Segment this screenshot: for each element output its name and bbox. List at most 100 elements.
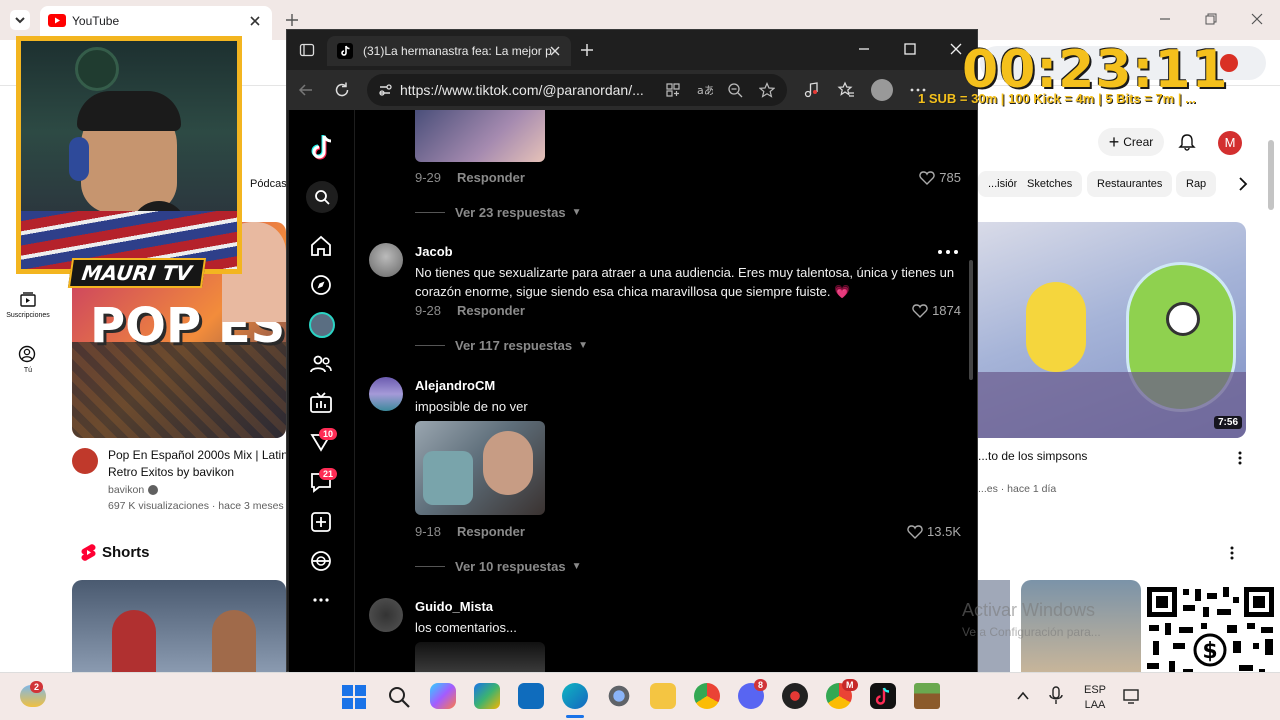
- minecraft-icon[interactable]: [914, 683, 940, 709]
- page-scrollbar[interactable]: [1268, 140, 1274, 210]
- close-window-icon[interactable]: [1250, 12, 1264, 26]
- avatar[interactable]: [369, 598, 403, 632]
- read-aloud-icon[interactable]: aあ: [697, 82, 713, 98]
- home-icon[interactable]: [309, 234, 333, 258]
- comment-image-top[interactable]: [415, 110, 545, 162]
- comments-scrollbar[interactable]: [969, 260, 973, 380]
- windows-start-icon[interactable]: [342, 685, 366, 709]
- channel-avatar[interactable]: [72, 448, 98, 474]
- tiktok-tab[interactable]: (31)La hermanastra fea: La mejor p: [327, 36, 571, 66]
- comment-author[interactable]: Jacob: [415, 244, 453, 259]
- view-replies-button[interactable]: Ver 23 respuestas ▼: [415, 205, 581, 220]
- subscriptions-icon[interactable]: [19, 290, 37, 308]
- network-icon[interactable]: [1122, 687, 1140, 705]
- favorites-icon[interactable]: [837, 81, 855, 99]
- app-available-icon[interactable]: [665, 82, 681, 98]
- divider: [415, 566, 445, 567]
- channel-name[interactable]: bavikon: [108, 484, 159, 496]
- edge-icon[interactable]: [562, 683, 588, 709]
- like-button[interactable]: 785: [919, 170, 961, 185]
- tab-list-button[interactable]: [10, 10, 30, 30]
- copilot-music-icon[interactable]: [803, 81, 821, 99]
- view-replies-button[interactable]: Ver 117 respuestas ▼: [415, 338, 588, 353]
- sidebar-item-suscripciones[interactable]: Suscripciones: [0, 312, 56, 319]
- store-icon[interactable]: [474, 683, 500, 709]
- minimize-icon[interactable]: [1158, 12, 1172, 26]
- chip-sketches[interactable]: Sketches: [1017, 171, 1083, 197]
- comment-text: imposible de no ver: [415, 399, 528, 414]
- live-icon[interactable]: [309, 391, 333, 415]
- sidebar-item-tu[interactable]: Tú: [0, 367, 56, 374]
- new-tab-icon[interactable]: [284, 12, 300, 28]
- video-title-simpsons[interactable]: ...to de los simpsons: [978, 448, 1087, 465]
- chip-rap[interactable]: Rap: [1176, 171, 1217, 197]
- comment-text: los comentarios...: [415, 620, 517, 635]
- search-button[interactable]: [306, 181, 338, 213]
- comment-date: 9-28: [415, 303, 442, 318]
- comment-image[interactable]: [415, 421, 545, 515]
- following-icon[interactable]: [309, 352, 333, 376]
- reply-button[interactable]: Responder: [457, 170, 525, 185]
- coins-icon[interactable]: [309, 549, 333, 573]
- view-replies-button[interactable]: Ver 10 respuestas ▼: [415, 559, 581, 574]
- url-text: https://www.tiktok.com/@paranordan/...: [400, 82, 644, 98]
- profile-avatar[interactable]: [871, 79, 893, 101]
- profile-avatar[interactable]: [309, 312, 335, 338]
- chevron-right-icon[interactable]: [1236, 176, 1250, 192]
- youtube-tab[interactable]: YouTube: [40, 6, 272, 40]
- chrome-dev-icon[interactable]: [606, 683, 632, 709]
- comment-author[interactable]: AlejandroCM: [415, 378, 495, 393]
- like-button[interactable]: 1874: [912, 303, 961, 318]
- avatar[interactable]: M: [1218, 131, 1242, 155]
- avatar[interactable]: [369, 243, 403, 277]
- more-icon[interactable]: [309, 588, 333, 612]
- you-icon[interactable]: [18, 345, 36, 363]
- comment-options-icon[interactable]: [937, 247, 959, 257]
- maximize-icon[interactable]: [903, 42, 917, 56]
- favorite-star-icon[interactable]: [759, 82, 775, 98]
- close-icon[interactable]: [248, 14, 262, 28]
- chip-restaurantes[interactable]: Restaurantes: [1087, 171, 1173, 197]
- reply-button[interactable]: Responder: [457, 303, 525, 318]
- chrome-icon[interactable]: [694, 683, 720, 709]
- explore-icon[interactable]: [309, 273, 333, 297]
- reply-button[interactable]: Responder: [457, 524, 525, 539]
- create-button[interactable]: + Crear: [1098, 128, 1164, 156]
- microphone-icon[interactable]: [1048, 686, 1064, 706]
- search-icon[interactable]: [387, 685, 411, 709]
- comment-image[interactable]: [415, 642, 545, 672]
- close-tab-icon[interactable]: [549, 45, 561, 57]
- short-thumbnail-1[interactable]: [72, 580, 286, 672]
- bell-icon[interactable]: [1178, 133, 1196, 151]
- new-tab-icon[interactable]: [579, 42, 595, 58]
- upload-icon[interactable]: [309, 510, 333, 534]
- shorts-icon: [81, 544, 96, 561]
- back-icon[interactable]: [297, 81, 315, 99]
- tab-actions-icon[interactable]: [299, 42, 315, 58]
- tiktok-icon[interactable]: [870, 683, 896, 709]
- like-button[interactable]: 13.5K: [907, 524, 961, 539]
- file-explorer-icon[interactable]: [650, 683, 676, 709]
- outlook-icon[interactable]: [518, 683, 544, 709]
- plus-icon: +: [1108, 132, 1120, 152]
- more-options-icon[interactable]: [1232, 450, 1248, 466]
- avatar[interactable]: [369, 377, 403, 411]
- shorts-more-icon[interactable]: [1224, 545, 1240, 561]
- refresh-icon[interactable]: [333, 81, 351, 99]
- video-thumbnail-simpsons[interactable]: 7:56: [976, 222, 1246, 438]
- video-title[interactable]: Pop En Español 2000s Mix | Latin Retro E…: [108, 447, 288, 481]
- address-bar[interactable]: https://www.tiktok.com/@paranordan/... a…: [367, 74, 787, 106]
- thumbnail-alien-eye: [1166, 302, 1200, 336]
- restore-icon[interactable]: [1204, 12, 1218, 26]
- chevron-up-icon[interactable]: [1016, 689, 1030, 703]
- copilot-icon[interactable]: [430, 683, 456, 709]
- site-info-icon[interactable]: [377, 82, 393, 98]
- heart-icon: [907, 525, 923, 539]
- tiktok-logo-icon[interactable]: [309, 134, 335, 162]
- obs-icon[interactable]: [782, 683, 808, 709]
- zoom-out-icon[interactable]: [727, 82, 743, 98]
- close-window-icon[interactable]: [949, 42, 963, 56]
- minimize-icon[interactable]: [857, 42, 871, 56]
- input-language[interactable]: ESP LAA: [1078, 683, 1112, 713]
- comment-author[interactable]: Guido_Mista: [415, 599, 493, 614]
